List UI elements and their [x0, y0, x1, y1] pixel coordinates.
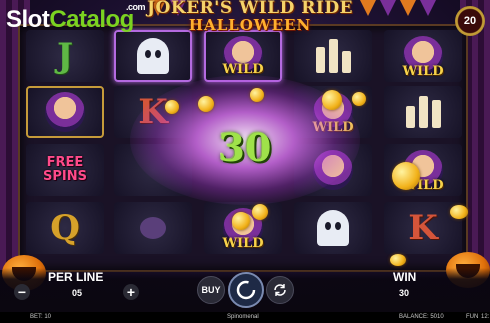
jester-icon [45, 92, 85, 132]
decrease-bet-button[interactable]: − [14, 284, 30, 300]
spin-icon [236, 280, 256, 300]
reel-symbol-j: J [26, 30, 104, 82]
bet-readout: BET: 10 [30, 314, 52, 320]
candle-icon [405, 96, 441, 128]
free-spins-counter: 20 [455, 6, 485, 36]
reel-symbol-candles [384, 86, 462, 138]
per-line-label: PER LINE [48, 270, 104, 284]
ghost-icon [317, 210, 349, 246]
reel-symbol-spider [114, 202, 192, 254]
reel-symbol-wild: WILD [384, 30, 462, 82]
mode-readout: FUN [466, 314, 479, 320]
win-amount-popup: 30 [218, 125, 272, 170]
autoplay-button[interactable] [266, 276, 294, 304]
candle-icon [315, 39, 351, 73]
coin-icon [390, 254, 406, 266]
coin-icon [450, 205, 468, 219]
win-value: 30 [399, 288, 410, 298]
autoplay-icon [274, 284, 286, 296]
coin-icon [232, 212, 250, 230]
ghost-icon [137, 38, 169, 74]
game-stage: J FREE SPINS Q K WILD [0, 0, 490, 323]
coin-icon [322, 90, 342, 110]
coin-icon [252, 204, 268, 220]
per-line-value: 05 [72, 288, 83, 298]
reel-symbol-q: Q [26, 202, 104, 254]
reel-symbol-ghost [114, 30, 192, 82]
reel-symbol-ghost [294, 202, 372, 254]
reel-symbol-candles [294, 30, 372, 82]
buy-button[interactable]: BUY [197, 276, 225, 304]
spider-icon [140, 217, 166, 239]
clock-readout: 12: [481, 314, 490, 320]
spin-button[interactable] [228, 272, 264, 308]
reel-symbol-free-spins: FREE SPINS [26, 144, 104, 196]
win-label: WIN [393, 270, 417, 284]
coin-icon [198, 96, 214, 112]
balance-readout: BALANCE: 5010 [399, 314, 444, 320]
coin-icon [352, 92, 366, 106]
game-title: JOKER'S WILD RIDE HALLOWEEN [146, 0, 354, 34]
increase-bet-button[interactable]: + [123, 284, 139, 300]
reel-symbol-jester [26, 86, 104, 138]
coin-icon [250, 88, 264, 102]
coin-icon [165, 100, 179, 114]
slotcatalog-watermark: SlotCatalog .com [6, 2, 146, 33]
provider-name: Spinomenal [227, 314, 259, 320]
coin-icon [392, 162, 420, 190]
status-footer: BET: 10 Spinomenal BALANCE: 5010 FUN 12: [0, 312, 490, 323]
bunting-right [360, 0, 436, 22]
